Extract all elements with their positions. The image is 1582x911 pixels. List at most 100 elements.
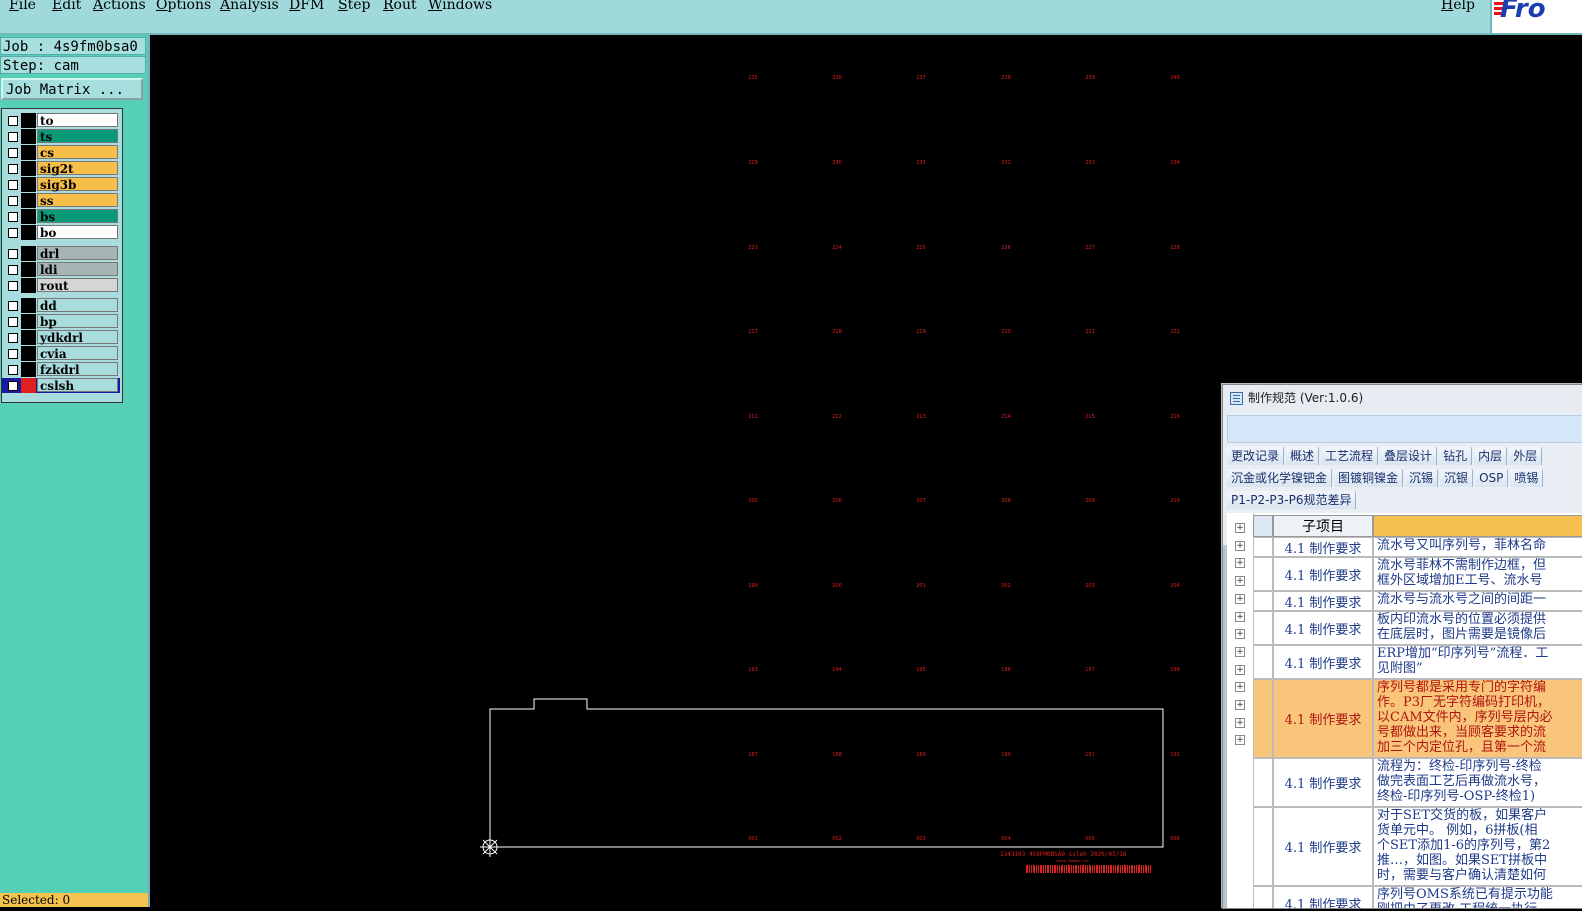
menu-windows[interactable]: Windows [428,0,492,13]
tab-tabs_row1-4[interactable]: 钻孔 [1439,447,1473,465]
job-matrix-button[interactable]: Job Matrix ... [1,78,143,100]
layer-color-swatch[interactable] [21,246,36,261]
layer-name[interactable]: ss [37,193,118,208]
expand-icon[interactable]: + [1235,735,1245,746]
pcb-view[interactable]: 235 236 237 238 239 240 229 230 231 232 233 234 223 2… [150,35,1220,907]
layer-name[interactable]: sig3b [37,177,118,192]
layer-checkbox[interactable] [8,132,18,142]
tab-tabs_row1-6[interactable]: 外层 [1509,447,1543,465]
layer-row-drl[interactable]: drl [2,246,120,261]
layer-row-rout[interactable]: rout [2,278,120,293]
layer-color-swatch[interactable] [21,225,36,240]
layer-row-ss[interactable]: ss [2,193,120,208]
table-row[interactable]: 4.1 制作要求 ERP增加“印序列号”流程．工 见附图” [1253,645,1582,679]
layer-color-swatch[interactable] [21,193,36,208]
layer-name[interactable]: drl [37,246,118,261]
layer-checkbox[interactable] [8,317,18,327]
expand-icon[interactable]: + [1235,717,1245,728]
layer-checkbox[interactable] [8,301,18,311]
dialog-titlebar[interactable]: 制作规范 (Ver:1.0.6) [1223,385,1582,411]
layer-color-swatch[interactable] [21,262,36,277]
layer-row-ldi[interactable]: ldi [2,262,120,277]
layer-color-swatch[interactable] [21,346,36,361]
layer-checkbox[interactable] [8,116,18,126]
layer-name[interactable]: fzkdrl [37,362,118,377]
layer-row-fzkdrl[interactable]: fzkdrl [2,362,120,377]
tab-tabs_row2-0[interactable]: 沉金或化学镍钯金 [1227,469,1333,487]
tab-tabs_row1-0[interactable]: 更改记录 [1227,447,1285,465]
layer-checkbox[interactable] [8,249,18,259]
table-row[interactable]: 4.1 制作要求序列号OMS系统已有提示功能 刚把由了更改 工程统一执行 [1253,886,1582,908]
layer-color-swatch[interactable] [21,145,36,160]
expand-icon[interactable]: + [1235,540,1245,551]
table-row[interactable]: 4.1 制作要求 板内印流水号的位置必须提供 在底层时，图片需要是镜像后 [1253,611,1582,645]
layer-row-sig2t[interactable]: sig2t [2,161,120,176]
tab-tabs_row2-3[interactable]: 沉银 [1440,469,1474,487]
tab-tabs_row2-1[interactable]: 图镀铜镍金 [1334,469,1404,487]
layer-color-swatch[interactable] [21,362,36,377]
menu-actions[interactable]: Actions [93,0,146,13]
layer-row-ydkdrl[interactable]: ydkdrl [2,330,120,345]
tab-tabs_row1-3[interactable]: 叠层设计 [1380,447,1438,465]
layer-row-bs[interactable]: bs [2,209,120,224]
expand-icon[interactable]: + [1235,646,1245,657]
layer-row-bp[interactable]: bp [2,314,120,329]
table-row[interactable]: 4.1 制作要求 对于SET交货的板，如果客户 货单元中。 例如，6拼板(相 个S… [1253,807,1582,886]
row-selector[interactable] [1253,537,1273,557]
table-row[interactable]: 4.1 制作要求 序列号都是采用专门的字符编 作。P3厂无字符编码打印机， 以CA… [1253,679,1582,758]
layer-name[interactable]: rout [37,278,118,293]
layer-name[interactable]: to [37,113,118,128]
row-selector[interactable] [1253,758,1273,807]
row-selector[interactable] [1253,679,1273,758]
layer-checkbox[interactable] [8,228,18,238]
layer-color-swatch[interactable] [21,161,36,176]
menu-analysis[interactable]: Analysis [220,0,279,13]
menu-step[interactable]: Step [338,0,370,13]
tab-tabs_row2-4[interactable]: OSP [1475,469,1509,487]
layer-color-swatch[interactable] [21,177,36,192]
layer-row-to[interactable]: to [2,113,120,128]
tab-tabs_row1-2[interactable]: 工艺流程 [1321,447,1379,465]
expand-icon[interactable]: + [1235,664,1245,675]
row-selector[interactable] [1253,611,1273,645]
expand-icon[interactable]: + [1235,611,1245,622]
expand-icon[interactable]: + [1235,700,1245,710]
tab-tabs_row1-1[interactable]: 概述 [1286,447,1320,465]
layer-checkbox[interactable] [8,333,18,343]
layer-checkbox[interactable] [8,349,18,359]
layer-name[interactable]: dd [37,298,118,313]
row-selector[interactable] [1253,807,1273,886]
expand-icon[interactable]: + [1235,558,1245,569]
layer-row-sig3b[interactable]: sig3b [2,177,120,192]
layer-color-swatch[interactable] [21,209,36,224]
layer-checkbox[interactable] [8,265,18,275]
layer-checkbox[interactable] [8,212,18,222]
layer-checkbox[interactable] [8,381,18,391]
layer-row-cvia[interactable]: cvia [2,346,120,361]
layer-row-dd[interactable]: dd [2,298,120,313]
expand-icon[interactable]: + [1235,576,1245,587]
row-selector[interactable] [1253,591,1273,611]
layer-row-bo[interactable]: bo [2,225,120,240]
layer-row-cslsh[interactable]: cslsh [2,378,120,393]
expand-icon[interactable]: + [1235,593,1245,604]
tab-tabs_row2-5[interactable]: 喷锡 [1510,469,1544,487]
layer-name[interactable]: bp [37,314,118,329]
layer-checkbox[interactable] [8,281,18,291]
layer-name[interactable]: ts [37,129,118,144]
table-row[interactable]: 4.1 制作要求 流水号菲林不需制作边框，但 框外区域增加E工号、流水号 [1253,557,1582,591]
row-selector[interactable] [1253,886,1273,908]
layer-name[interactable]: cs [37,145,118,160]
layer-name[interactable]: ydkdrl [37,330,118,345]
row-selector[interactable] [1253,557,1273,591]
layer-row-ts[interactable]: ts [2,129,120,144]
layer-color-swatch[interactable] [21,278,36,293]
layer-color-swatch[interactable] [21,378,36,393]
menu-options[interactable]: Options [156,0,211,13]
tab-tabs_row1-5[interactable]: 内层 [1474,447,1508,465]
table-row[interactable]: 4.1 制作要求 流水号又叫序列号，菲林名命 [1253,537,1582,557]
table-row[interactable]: 4.1 制作要求 流程为：终检-印序列号-终检 做完表面工艺后再做流水号， 终检-… [1253,758,1582,807]
tab-tabs_row3-0[interactable]: P1-P2-P3-P6规范差异 [1227,491,1357,509]
layer-checkbox[interactable] [8,164,18,174]
layer-color-swatch[interactable] [21,298,36,313]
